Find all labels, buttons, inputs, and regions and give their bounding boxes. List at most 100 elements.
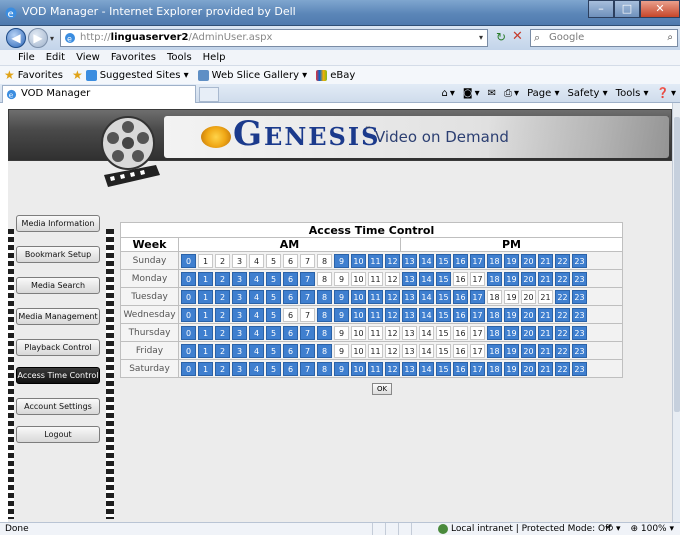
forward-button[interactable]: ▶: [28, 28, 48, 48]
hour-cell[interactable]: 3: [232, 271, 247, 286]
hour-cell[interactable]: 15: [436, 289, 451, 304]
hour-cell[interactable]: 22: [555, 271, 570, 286]
hour-cell[interactable]: 20: [521, 361, 536, 376]
hour-cell[interactable]: 8: [317, 307, 332, 322]
hour-cell[interactable]: 1: [198, 325, 213, 340]
hour-cell[interactable]: 0: [181, 361, 196, 376]
hour-cell[interactable]: 14: [419, 289, 434, 304]
fav-suggested-sites[interactable]: ★ Suggested Sites ▾: [72, 68, 189, 82]
hour-cell[interactable]: 6: [283, 343, 298, 358]
hour-cell[interactable]: 10: [351, 325, 366, 340]
hour-cell[interactable]: 7: [300, 253, 315, 268]
hour-cell[interactable]: 21: [538, 307, 553, 322]
hour-cell[interactable]: 11: [368, 253, 383, 268]
hour-cell[interactable]: 18: [487, 325, 502, 340]
hour-cell[interactable]: 3: [232, 253, 247, 268]
nav-playback-control[interactable]: Playback Control: [16, 339, 100, 356]
hour-cell[interactable]: 12: [385, 271, 400, 286]
hour-cell[interactable]: 13: [402, 289, 417, 304]
hour-cell[interactable]: 15: [436, 361, 451, 376]
menu-help[interactable]: Help: [203, 50, 226, 65]
menu-favorites[interactable]: Favorites: [111, 50, 156, 65]
hour-cell[interactable]: 19: [504, 289, 519, 304]
hour-cell[interactable]: 20: [521, 307, 536, 322]
hour-cell[interactable]: 7: [300, 361, 315, 376]
hour-cell[interactable]: 5: [266, 325, 281, 340]
hour-cell[interactable]: 20: [521, 289, 536, 304]
hour-cell[interactable]: 22: [555, 343, 570, 358]
hour-cell[interactable]: 14: [419, 325, 434, 340]
hour-cell[interactable]: 4: [249, 253, 264, 268]
hour-cell[interactable]: 23: [572, 253, 587, 268]
address-bar[interactable]: e http://linguaserver2/AdminUser.aspx ▾: [60, 29, 488, 47]
favorites-button[interactable]: ★ Favorites: [4, 68, 63, 82]
hour-cell[interactable]: 22: [555, 253, 570, 268]
hour-cell[interactable]: 11: [368, 289, 383, 304]
hour-cell[interactable]: 21: [538, 325, 553, 340]
hour-cell[interactable]: 10: [351, 253, 366, 268]
hour-cell[interactable]: 13: [402, 361, 417, 376]
hour-cell[interactable]: 19: [504, 325, 519, 340]
hour-cell[interactable]: 9: [334, 361, 349, 376]
nav-account-settings[interactable]: Account Settings: [16, 398, 100, 415]
hour-cell[interactable]: 7: [300, 343, 315, 358]
hour-cell[interactable]: 20: [521, 325, 536, 340]
hour-cell[interactable]: 14: [419, 343, 434, 358]
hour-cell[interactable]: 14: [419, 271, 434, 286]
hour-cell[interactable]: 9: [334, 343, 349, 358]
menu-view[interactable]: View: [76, 50, 100, 65]
hour-cell[interactable]: 4: [249, 325, 264, 340]
nav-bookmark-setup[interactable]: Bookmark Setup: [16, 246, 100, 263]
menu-edit[interactable]: Edit: [46, 50, 65, 65]
hour-cell[interactable]: 2: [215, 325, 230, 340]
hour-cell[interactable]: 7: [300, 289, 315, 304]
hour-cell[interactable]: 23: [572, 361, 587, 376]
hour-cell[interactable]: 11: [368, 271, 383, 286]
hour-cell[interactable]: 3: [232, 307, 247, 322]
hour-cell[interactable]: 11: [368, 307, 383, 322]
hour-cell[interactable]: 20: [521, 343, 536, 358]
hour-cell[interactable]: 15: [436, 325, 451, 340]
hour-cell[interactable]: 14: [419, 307, 434, 322]
hour-cell[interactable]: 11: [368, 325, 383, 340]
stop-icon[interactable]: ✕: [512, 29, 523, 44]
hour-cell[interactable]: 1: [198, 271, 213, 286]
hour-cell[interactable]: 3: [232, 361, 247, 376]
hour-cell[interactable]: 21: [538, 289, 553, 304]
hour-cell[interactable]: 12: [385, 307, 400, 322]
hour-cell[interactable]: 16: [453, 289, 468, 304]
hour-cell[interactable]: 17: [470, 343, 485, 358]
hour-cell[interactable]: 19: [504, 271, 519, 286]
hour-cell[interactable]: 13: [402, 271, 417, 286]
vertical-scrollbar[interactable]: [672, 103, 680, 522]
hour-cell[interactable]: 6: [283, 271, 298, 286]
hour-cell[interactable]: 16: [453, 271, 468, 286]
hour-cell[interactable]: 9: [334, 253, 349, 268]
close-button[interactable]: ✕: [640, 0, 680, 18]
fav-web-slice-gallery[interactable]: Web Slice Gallery ▾: [197, 69, 307, 81]
hour-cell[interactable]: 16: [453, 361, 468, 376]
hour-cell[interactable]: 16: [453, 253, 468, 268]
hour-cell[interactable]: 10: [351, 343, 366, 358]
minimize-button[interactable]: –: [588, 0, 614, 18]
feeds-button[interactable]: ◙ ▾: [463, 86, 480, 101]
hour-cell[interactable]: 2: [215, 343, 230, 358]
hour-cell[interactable]: 1: [198, 343, 213, 358]
hour-cell[interactable]: 23: [572, 271, 587, 286]
hour-cell[interactable]: 11: [368, 361, 383, 376]
hour-cell[interactable]: 13: [402, 325, 417, 340]
hour-cell[interactable]: 13: [402, 307, 417, 322]
hour-cell[interactable]: 0: [181, 271, 196, 286]
search-go-icon[interactable]: ⌕: [667, 30, 673, 46]
hour-cell[interactable]: 19: [504, 307, 519, 322]
hour-cell[interactable]: 10: [351, 271, 366, 286]
hour-cell[interactable]: 3: [232, 325, 247, 340]
menu-file[interactable]: File: [18, 50, 35, 65]
hour-cell[interactable]: 17: [470, 325, 485, 340]
hour-cell[interactable]: 22: [555, 307, 570, 322]
hour-cell[interactable]: 8: [317, 253, 332, 268]
hour-cell[interactable]: 18: [487, 253, 502, 268]
hour-cell[interactable]: 15: [436, 343, 451, 358]
hour-cell[interactable]: 5: [266, 307, 281, 322]
hour-cell[interactable]: 19: [504, 361, 519, 376]
